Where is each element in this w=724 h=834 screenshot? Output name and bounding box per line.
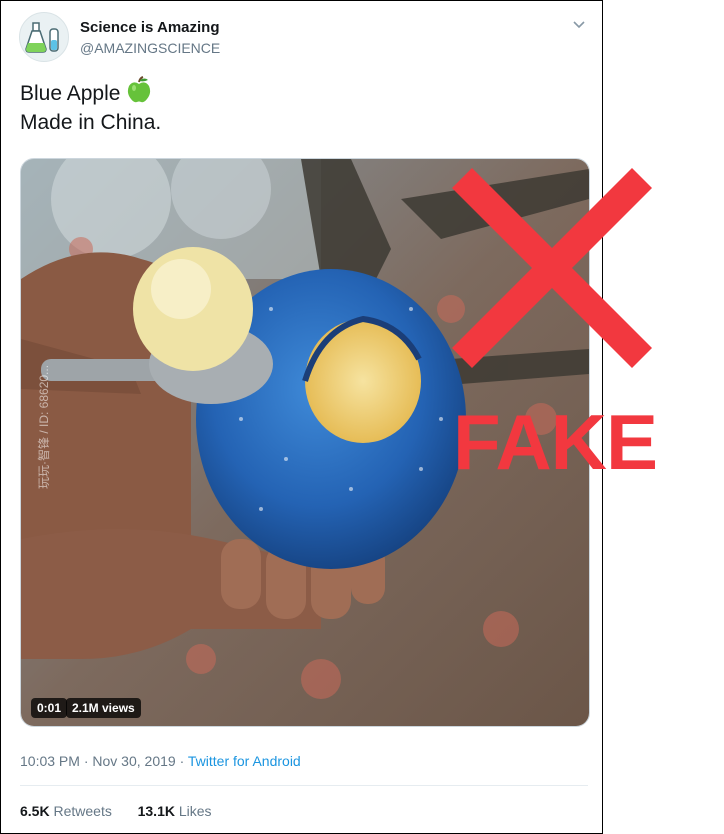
retweets-label[interactable]: Retweets (53, 803, 111, 819)
tweet-meta: 10:03 PM · Nov 30, 2019 · Twitter for An… (20, 753, 301, 769)
avatar[interactable] (19, 12, 69, 62)
meta-separator: · (79, 753, 93, 769)
tweet-stats: 6.5K Retweets 13.1K Likes (20, 803, 212, 819)
likes-label[interactable]: Likes (179, 803, 212, 819)
tweet-date[interactable]: Nov 30, 2019 (92, 753, 175, 769)
fake-label: FAKE (453, 398, 658, 486)
author-name[interactable]: Science is Amazing (80, 19, 220, 36)
likes-count[interactable]: 13.1K (138, 803, 175, 819)
flask-icon (25, 22, 59, 53)
video-watermark: 玩玩·智锋 / ID: 68620... (37, 364, 51, 489)
video-timestamp: 0:01 (31, 698, 68, 718)
green-apple-icon (128, 76, 151, 103)
fake-x-icon (452, 168, 652, 368)
tweet-text: Blue Apple Made in China. (20, 76, 161, 137)
meta-separator-2: · (175, 753, 188, 769)
author-handle[interactable]: @AMAZINGSCIENCE (80, 40, 220, 56)
video-views: 2.1M views (66, 698, 141, 718)
tweet-text-line-2: Made in China. (20, 111, 162, 134)
divider (20, 785, 588, 786)
chevron-down-icon[interactable] (571, 17, 587, 33)
retweets-count[interactable]: 6.5K (20, 803, 50, 819)
tweet-time[interactable]: 10:03 PM (20, 753, 80, 769)
tweet-source-link[interactable]: Twitter for Android (188, 753, 301, 769)
tweet-text-line-1: Blue Apple (20, 82, 121, 105)
